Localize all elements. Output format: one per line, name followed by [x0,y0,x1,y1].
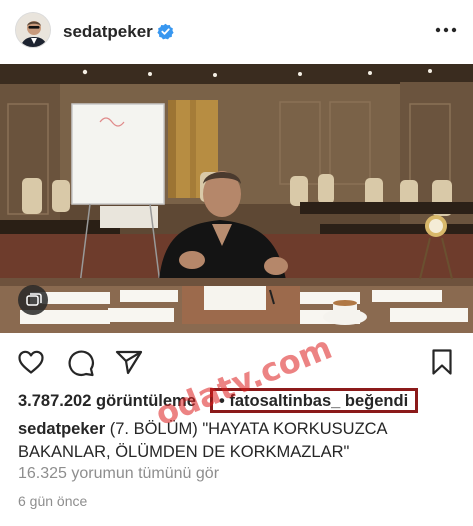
avatar[interactable] [15,12,51,48]
view-all-comments-link[interactable]: 16.325 yorumun tümünü gör [18,465,219,483]
post-timestamp: 6 gün önce [18,493,88,509]
heart-icon[interactable] [16,347,46,377]
separator-dot: • [219,392,225,410]
caption-username[interactable]: sedatpeker [18,420,105,438]
bookmark-icon[interactable] [427,347,457,377]
post-actions [0,333,473,387]
video-album-icon[interactable] [18,285,48,315]
comment-icon[interactable] [66,347,96,377]
post-header: sedatpeker [0,0,473,64]
caption: sedatpeker (7. BÖLÜM) "HAYATA KORKUSUZCA… [18,418,463,464]
paper-plane-icon[interactable] [114,347,144,377]
more-options-icon[interactable] [434,20,458,40]
verified-badge-icon [157,23,174,40]
view-count[interactable]: 3.787.202 görüntüleme [18,392,196,411]
liked-by-text: fatosaltinbas_ beğendi [229,392,409,410]
post-image[interactable] [0,64,473,333]
username[interactable]: sedatpeker [63,22,153,42]
liked-by[interactable]: • fatosaltinbas_ beğendi [219,392,408,411]
